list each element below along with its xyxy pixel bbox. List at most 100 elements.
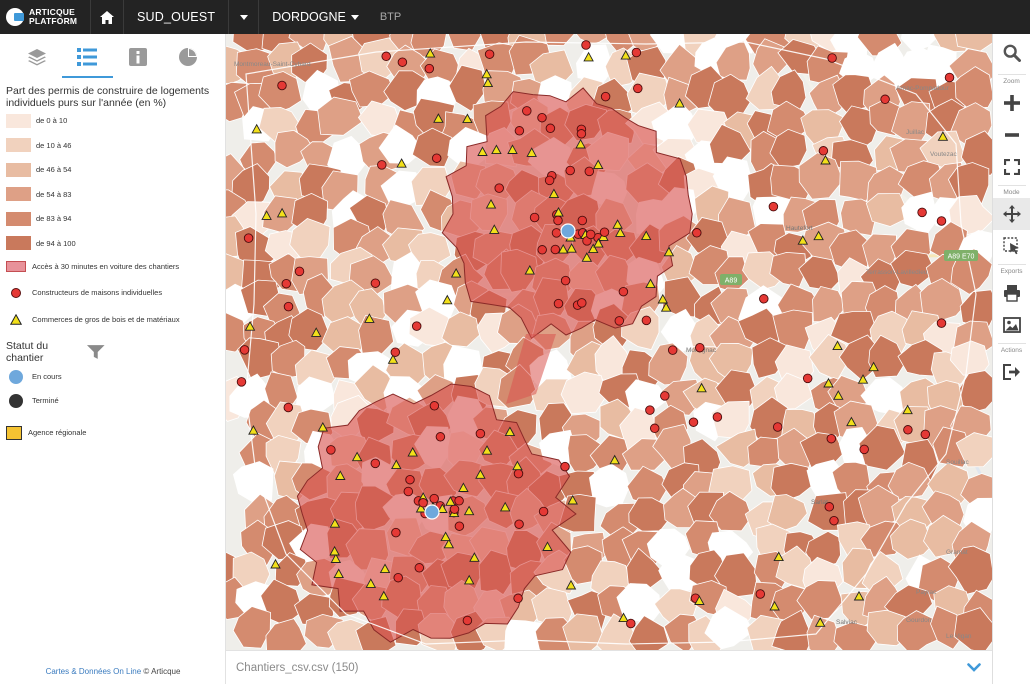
print-button[interactable] xyxy=(993,277,1030,309)
builder-marker[interactable] xyxy=(553,215,563,226)
builder-marker[interactable] xyxy=(283,301,294,312)
select-mode-button[interactable] xyxy=(993,230,1030,262)
export-image-button[interactable] xyxy=(993,309,1030,341)
builder-marker[interactable] xyxy=(944,72,955,83)
builder-marker[interactable] xyxy=(429,401,440,411)
builder-marker[interactable] xyxy=(414,563,425,573)
builder-marker[interactable] xyxy=(631,47,642,58)
builder-marker[interactable] xyxy=(370,278,381,288)
map-svg[interactable]: A89 E70 A89 Montmoreau-Saint-Cybard Arna… xyxy=(226,34,992,650)
builder-marker[interactable] xyxy=(667,345,678,355)
builder-marker[interactable] xyxy=(522,106,532,116)
expand-dataset-button[interactable] xyxy=(966,662,982,674)
region-dropdown-button[interactable] xyxy=(229,0,260,34)
builder-marker[interactable] xyxy=(551,228,562,238)
builder-marker[interactable] xyxy=(759,294,769,304)
builder-marker[interactable] xyxy=(560,275,571,286)
builder-marker[interactable] xyxy=(239,345,250,355)
fit-extent-button[interactable] xyxy=(993,151,1030,183)
builder-marker[interactable] xyxy=(614,316,625,326)
tab-legend[interactable] xyxy=(62,34,113,80)
builder-marker[interactable] xyxy=(403,486,414,497)
builder-marker[interactable] xyxy=(243,233,254,243)
builder-marker[interactable] xyxy=(755,589,766,599)
builder-marker[interactable] xyxy=(585,229,596,240)
zoom-out-button[interactable] xyxy=(993,119,1030,151)
builder-marker[interactable] xyxy=(377,160,387,170)
builder-marker[interactable] xyxy=(692,228,702,238)
builder-marker[interactable] xyxy=(599,227,610,237)
region-selector[interactable]: SUD_OUEST xyxy=(124,0,230,34)
builder-marker[interactable] xyxy=(772,422,783,432)
builder-marker[interactable] xyxy=(903,425,913,435)
tab-info[interactable] xyxy=(113,34,163,80)
builder-marker[interactable] xyxy=(454,521,465,531)
builder-marker[interactable] xyxy=(475,428,486,439)
builder-marker[interactable] xyxy=(826,433,837,444)
builder-marker[interactable] xyxy=(695,342,705,353)
builder-marker[interactable] xyxy=(859,444,869,455)
builder-marker[interactable] xyxy=(802,373,813,384)
builder-marker[interactable] xyxy=(626,618,636,629)
builder-marker[interactable] xyxy=(405,474,415,485)
builder-marker[interactable] xyxy=(688,417,699,427)
builder-marker[interactable] xyxy=(454,496,464,506)
builder-marker[interactable] xyxy=(429,493,439,504)
tab-statistics[interactable] xyxy=(163,34,213,80)
builder-marker[interactable] xyxy=(281,278,292,289)
dataset-bar[interactable]: Chantiers_csv.csv (150) xyxy=(226,650,992,684)
builder-marker[interactable] xyxy=(397,57,408,67)
filter-icon[interactable] xyxy=(86,344,106,360)
builder-marker[interactable] xyxy=(936,216,947,226)
builder-marker[interactable] xyxy=(712,412,723,422)
map-canvas[interactable]: A89 E70 A89 Montmoreau-Saint-Cybard Arna… xyxy=(226,34,992,650)
builder-marker[interactable] xyxy=(462,615,473,626)
theme-btp-link[interactable]: BTP xyxy=(372,0,409,34)
credit-link[interactable]: Cartes & Données On Line xyxy=(46,667,142,676)
builder-marker[interactable] xyxy=(649,423,660,434)
builder-marker[interactable] xyxy=(283,402,294,413)
builder-marker[interactable] xyxy=(544,175,555,186)
builder-marker[interactable] xyxy=(236,377,247,387)
builder-marker[interactable] xyxy=(633,83,643,94)
builder-marker[interactable] xyxy=(431,153,442,163)
builder-marker[interactable] xyxy=(393,572,403,583)
builder-marker[interactable] xyxy=(581,40,591,50)
builder-marker[interactable] xyxy=(641,315,652,326)
builder-marker[interactable] xyxy=(294,266,305,277)
builder-marker[interactable] xyxy=(565,165,575,176)
app-logo[interactable]: ARTICQUE PLATFORM xyxy=(0,0,90,34)
builder-marker[interactable] xyxy=(411,321,422,331)
builder-marker[interactable] xyxy=(827,53,837,63)
search-button[interactable] xyxy=(993,34,1030,72)
builder-marker[interactable] xyxy=(550,244,561,255)
job-site-ongoing-marker[interactable] xyxy=(560,223,576,239)
builder-marker[interactable] xyxy=(560,461,570,472)
builder-marker[interactable] xyxy=(584,166,595,177)
builder-marker[interactable] xyxy=(824,502,835,512)
builder-marker[interactable] xyxy=(660,391,670,401)
builder-marker[interactable] xyxy=(545,123,556,134)
builder-marker[interactable] xyxy=(577,215,588,226)
builder-marker[interactable] xyxy=(513,593,523,604)
builder-marker[interactable] xyxy=(917,207,927,218)
builder-marker[interactable] xyxy=(435,432,446,442)
builder-marker[interactable] xyxy=(768,201,779,212)
builder-marker[interactable] xyxy=(645,405,655,415)
builder-marker[interactable] xyxy=(449,504,460,514)
builder-marker[interactable] xyxy=(529,212,540,223)
builder-marker[interactable] xyxy=(391,527,401,538)
builder-marker[interactable] xyxy=(484,49,495,59)
builder-marker[interactable] xyxy=(576,129,587,139)
builder-marker[interactable] xyxy=(829,515,839,526)
tab-layers[interactable] xyxy=(12,34,62,80)
builder-marker[interactable] xyxy=(818,146,829,156)
builder-marker[interactable] xyxy=(538,506,549,517)
builder-marker[interactable] xyxy=(494,183,504,193)
builder-marker[interactable] xyxy=(920,429,931,440)
department-selector[interactable]: DORDOGNE xyxy=(259,0,372,34)
builder-marker[interactable] xyxy=(600,91,611,102)
builder-marker[interactable] xyxy=(277,80,287,91)
zoom-in-button[interactable] xyxy=(993,87,1030,119)
builder-marker[interactable] xyxy=(381,51,391,62)
